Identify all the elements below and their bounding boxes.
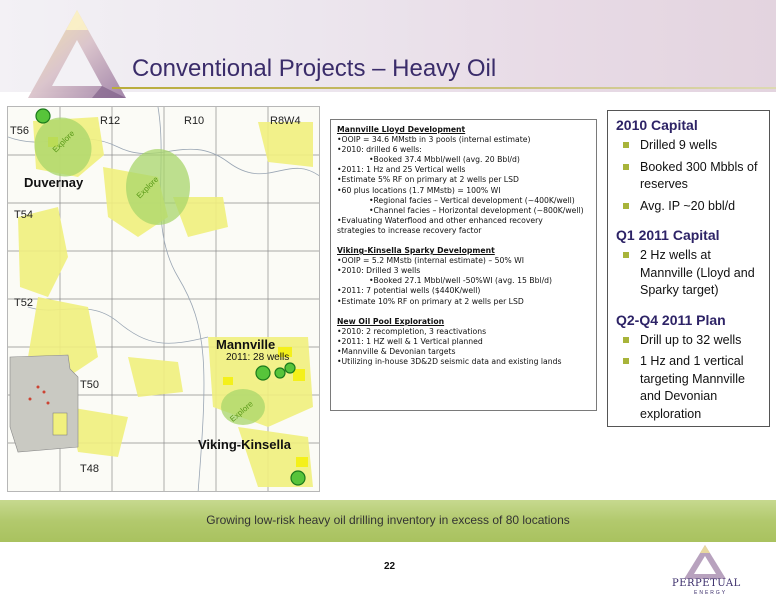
list-item: Regional facies – Vertical development (… [337,196,590,206]
mannville-lloyd-heading: Mannville Lloyd Development [337,125,466,134]
capital-2010-heading: 2010 Capital [616,117,698,133]
mannville-label: Mannville [216,337,276,352]
list-item: Booked 27.1 Mbbl/well -50%WI (avg. 15 Bb… [337,276,590,286]
viking-kinsella-section: Viking-Kinsella Sparky Development OOIP … [337,246,590,307]
list-item: OOIP = 34.6 MMstb in 3 pools (internal e… [337,135,590,145]
new-oil-pool-section: New Oil Pool Exploration 2010: 2 recompl… [337,317,590,367]
brand-name: Perpetual [672,578,741,589]
brand-subtitle: ENERGY [694,590,728,596]
footer-tagline: Growing low-risk heavy oil drilling inve… [206,513,570,527]
list-item: Estimate 10% RF on primary at 2 wells pe… [337,297,590,307]
mannville-lloyd-section: Mannville Lloyd Development OOIP = 34.6 … [337,125,590,236]
perpetual-brand-icon [684,545,726,579]
township-t52-label: T52 [14,297,33,309]
range-r10-label: R10 [184,115,205,127]
list-item: Drill up to 32 wells [616,332,761,350]
list-item: Estimate 5% RF on primary at 2 wells per… [337,175,590,185]
list-item: Mannville & Devonian targets [337,347,590,357]
viking-kinsella-label: Viking-Kinsella [198,437,291,452]
q2-q4-2011-heading: Q2-Q4 2011 Plan [616,311,726,328]
list-item: Booked 37.4 Mbbl/well (avg. 20 Bbl/d) [337,155,590,165]
page-title: Conventional Projects – Heavy Oil [132,55,497,82]
list-item: OOIP = 5.2 MMstb (internal estimate) – 5… [337,256,590,266]
list-item: 2011: 1 HZ well & 1 Vertical planned [337,337,590,347]
perpetual-logo-icon [28,10,126,98]
list-item: Channel facies – Horizontal development … [337,206,590,216]
list-item: Evaluating Waterflood and other enhanced… [337,216,590,226]
mannville-wells-label: 2011: 28 wells [226,352,290,363]
list-item: Avg. IP ~20 bbl/d [616,198,761,216]
list-item: 1 Hz and 1 vertical targeting Mannville … [616,353,761,423]
capital-summary-panel: 2010 Capital Drilled 9 wells Booked 300 … [607,110,770,427]
duvernay-label: Duvernay [24,175,84,190]
range-r8w4-label: R8W4 [270,115,301,127]
list-item: 2010: Drilled 3 wells [337,266,590,276]
list-item: 2011: 1 Hz and 25 Vertical wells [337,165,590,175]
project-details-box: Mannville Lloyd Development OOIP = 34.6 … [330,119,597,411]
header-rule [112,87,776,89]
list-item: Utilizing in-house 3D&2D seismic data an… [337,357,590,367]
new-oil-pool-heading: New Oil Pool Exploration [337,316,445,326]
list-item: Booked 300 Mbbls of reserves [616,159,761,194]
list-item: 60 plus locations (1.7 MMstb) = 100% WI [337,186,590,196]
list-item: 2010: 2 recompletion, 3 reactivations [337,327,590,337]
township-t54-label: T54 [14,209,33,221]
viking-kinsella-heading: Viking-Kinsella Sparky Development [337,246,495,256]
list-item: strategies to increase recovery factor [337,225,482,235]
township-t50-label: T50 [80,379,99,391]
q1-2011-heading: Q1 2011 Capital [616,227,720,243]
map-graphic [8,107,319,491]
township-t56-label: T56 [10,125,29,137]
range-r12-label: R12 [100,115,121,127]
map-panel: T56 R12 R10 R8W4 Duvernay T54 T52 Mannvi… [7,106,320,492]
list-item: 2 Hz wells at Mannville (Lloyd and Spark… [616,247,761,300]
page-number: 22 [384,561,396,572]
list-item: Drilled 9 wells [616,137,761,155]
township-t48-label: T48 [80,463,99,475]
list-item: 2011: 7 potential wells ($440K/well) [337,286,590,296]
list-item: 2010: drilled 6 wells: [337,145,590,155]
